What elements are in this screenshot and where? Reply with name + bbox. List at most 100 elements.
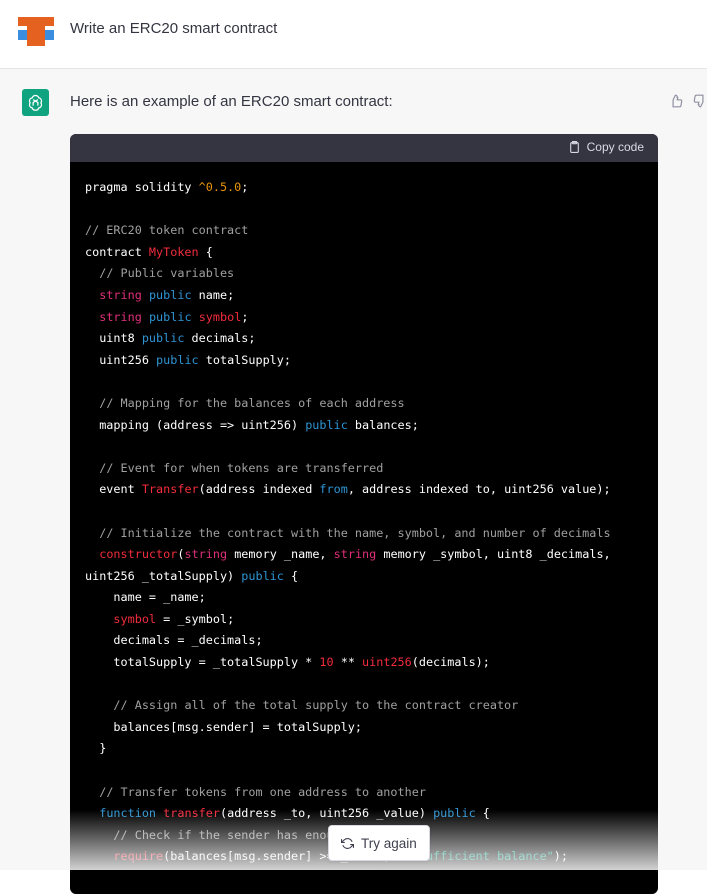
code-content: pragma solidity ^0.5.0; // ERC20 token c… (70, 162, 658, 883)
code-line: uint256 _totalSupply) public { (85, 566, 643, 588)
openai-logo-icon (22, 89, 49, 116)
code-token: Transfer (141, 482, 199, 497)
code-token: // Initialize the contract with the name… (99, 525, 611, 540)
copy-code-label: Copy code (586, 140, 644, 154)
code-line: // Initialize the contract with the name… (85, 523, 643, 545)
code-line: // Mapping for the balances of each addr… (85, 393, 643, 415)
code-token: balances; (347, 417, 419, 432)
code-token: // Public variables (99, 266, 235, 281)
code-token: public (141, 331, 185, 346)
code-token: // Mapping for the balances of each addr… (99, 395, 405, 410)
code-token: decimals = _decimals; (85, 633, 263, 648)
code-line: // Transfer tokens from one address to a… (85, 782, 643, 804)
code-line: constructor(string memory _name, string … (85, 544, 643, 566)
code-token: name; (191, 287, 235, 302)
code-token: public (148, 309, 192, 324)
code-line: contract MyToken { (85, 242, 643, 264)
code-token: string (99, 309, 142, 324)
code-line: uint256 public totalSupply; (85, 350, 643, 372)
code-token: (address _to, uint256 _value) (219, 806, 434, 821)
refresh-icon (341, 837, 354, 849)
code-token: require (113, 849, 164, 864)
code-token: totalSupply = _totalSupply * (85, 655, 320, 670)
code-token: public (148, 287, 192, 302)
thumbs-up-icon[interactable] (669, 94, 683, 108)
code-block: Copy code pragma solidity ^0.5.0; // ERC… (70, 134, 658, 894)
try-again-button[interactable]: Try again (328, 825, 430, 861)
code-token: { (475, 806, 490, 821)
thumbs-down-icon[interactable] (693, 94, 707, 108)
code-token: // Transfer tokens from one address to a… (99, 784, 426, 799)
code-token: string (99, 287, 142, 302)
code-token: MyToken (148, 244, 199, 259)
code-token: ; (241, 309, 249, 324)
code-token: string (333, 547, 377, 562)
code-line: string public name; (85, 285, 643, 307)
clipboard-icon (569, 141, 579, 153)
code-token: ** (333, 655, 363, 670)
code-token: (decimals); (411, 655, 490, 670)
code-line: mapping (address => uint256) public bala… (85, 415, 643, 437)
code-token: event (85, 482, 142, 497)
code-token: uint256 _totalSupply) (85, 568, 242, 583)
code-token: uint256 (362, 655, 412, 670)
code-token: contract (85, 244, 149, 259)
code-line: name = _name; (85, 587, 643, 609)
code-line: // Public variables (85, 263, 643, 285)
code-token: public (433, 806, 476, 821)
code-line: } (85, 738, 643, 760)
code-token: // ERC20 token contract (85, 223, 249, 238)
code-line: decimals = _decimals; (85, 630, 643, 652)
code-line: symbol = _symbol; (85, 609, 643, 631)
code-line: pragma solidity ^0.5.0; (85, 177, 643, 199)
code-token: , address indexed to, uint256 value); (347, 482, 611, 497)
code-line: // Event for when tokens are transferred (85, 458, 643, 480)
user-message-row: Write an ERC20 smart contract (0, 0, 707, 69)
code-token: ; (241, 180, 249, 194)
copy-code-button[interactable]: Copy code (568, 140, 644, 154)
code-token: (address indexed (198, 482, 320, 497)
code-token: constructor (99, 547, 178, 562)
code-token: totalSupply; (198, 352, 291, 367)
code-token: function (99, 806, 157, 821)
code-token: pragma solidity (85, 180, 199, 194)
code-token: public (241, 568, 284, 583)
user-avatar (18, 17, 54, 47)
code-block-header: Copy code (70, 134, 658, 162)
code-line: // ERC20 token contract (85, 220, 643, 242)
code-line: event Transfer(address indexed from, add… (85, 479, 643, 501)
code-token: 10 (319, 655, 334, 670)
code-token: ); (553, 849, 569, 864)
code-token: = _symbol; (156, 611, 235, 626)
code-token: name = _name; (85, 590, 206, 605)
code-token: // Assign all of the total supply to the… (113, 698, 519, 713)
code-token: symbol (113, 611, 157, 626)
code-token: // Check if the sender has enough (113, 827, 348, 842)
code-line: balances[msg.sender] = totalSupply; (85, 717, 643, 739)
code-line: function transfer(address _to, uint256 _… (85, 803, 643, 825)
code-token: ^0.5.0 (198, 180, 242, 194)
code-token: string (184, 547, 228, 562)
code-token: { (198, 244, 213, 259)
code-token: public (305, 417, 348, 432)
code-token: memory _name, (227, 547, 334, 562)
assistant-intro-text: Here is an example of an ERC20 smart con… (70, 93, 393, 110)
user-message-text: Write an ERC20 smart contract (70, 20, 278, 37)
